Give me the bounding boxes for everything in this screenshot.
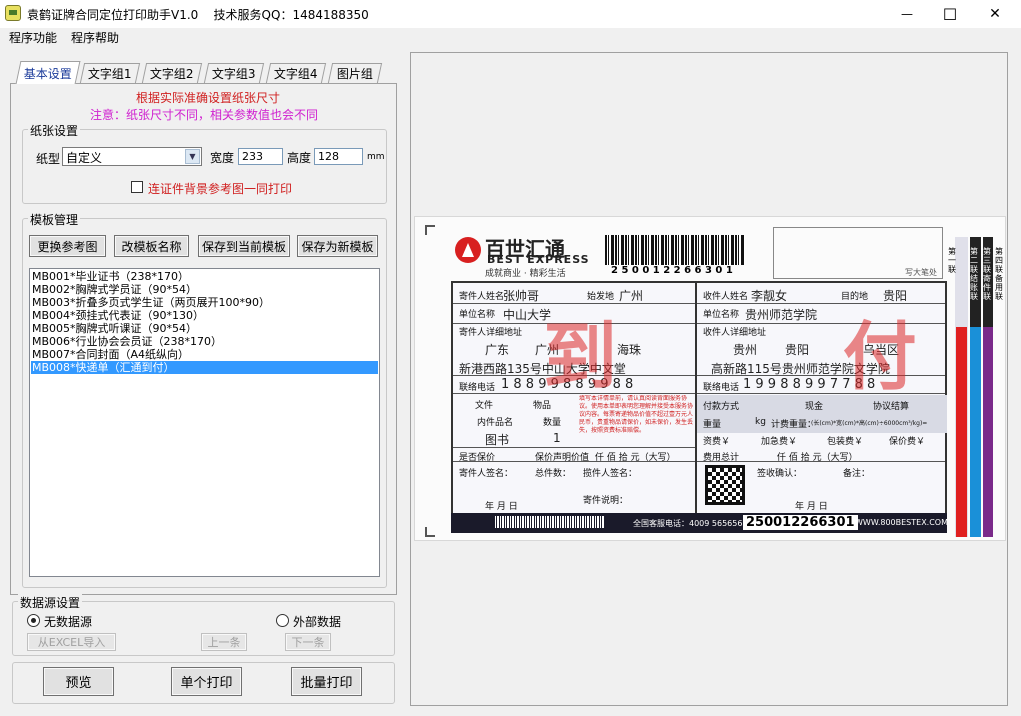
save-new-template-button[interactable]: 保存为新模板: [297, 235, 378, 257]
cod-stamp: 到 付: [543, 314, 1006, 400]
sender-name: 张帅哥: [503, 289, 540, 303]
save-current-template-button[interactable]: 保存到当前模板: [198, 235, 290, 257]
brand-english: BEST EXPRESS: [487, 253, 590, 266]
minimize-button[interactable]: —: [884, 0, 930, 28]
list-item[interactable]: MB007*合同封面（A4纸纵向）: [31, 348, 378, 361]
close-icon: ✕: [989, 6, 1001, 22]
datasource-group-label: 数据源设置: [18, 594, 83, 611]
write-note: 写大笔处: [905, 268, 937, 277]
list-item[interactable]: MB006*行业协会会员证（238*170）: [31, 335, 378, 348]
goods-name: 图书: [485, 433, 510, 447]
goods-quantity: 1: [553, 431, 561, 445]
background-checkbox-label: 连证件背景参考图一同打印: [148, 182, 293, 196]
menu-program-help[interactable]: 程序帮助: [71, 29, 119, 46]
paper-type-select[interactable]: 自定义 ▼: [62, 147, 202, 166]
minimize-icon: —: [901, 7, 913, 21]
tab-text-group-2[interactable]: 文字组2: [141, 63, 203, 83]
paper-type-label: 纸型: [36, 152, 61, 166]
barcode-number-top: 2 5 0 0 1 2 2 6 6 3 0 1: [611, 265, 733, 276]
tab-image-group[interactable]: 图片组: [327, 63, 383, 83]
corner-mark: [425, 527, 435, 537]
list-item-selected[interactable]: MB008*快递单（汇通到付）: [31, 361, 378, 374]
corner-mark: [425, 225, 435, 235]
chevron-down-icon[interactable]: ▼: [185, 149, 200, 164]
import-excel-button[interactable]: 从EXCEL导入: [27, 633, 116, 651]
single-print-button[interactable]: 单个打印: [171, 667, 242, 696]
list-item[interactable]: MB004*颈挂式代表证（90*130）: [31, 309, 378, 322]
width-input[interactable]: 233: [238, 148, 283, 165]
previous-record-button[interactable]: 上一条: [201, 633, 247, 651]
notice-paper-size: 根据实际准确设置纸张尺寸: [136, 91, 281, 105]
maximize-button[interactable]: ☐: [927, 0, 973, 28]
maximize-icon: ☐: [942, 4, 958, 24]
rename-template-button[interactable]: 改模板名称: [114, 235, 189, 257]
radio-external-data-label: 外部数据: [293, 615, 342, 629]
preview-button[interactable]: 预览: [43, 667, 114, 696]
copy-label-4: 第四联 备用联: [995, 247, 1003, 301]
qr-code: [705, 465, 745, 505]
tab-text-group-1[interactable]: 文字组1: [79, 63, 141, 83]
sender-province: 广东: [485, 343, 510, 357]
radio-no-datasource[interactable]: [27, 614, 40, 627]
tab-basic-settings[interactable]: 基本设置: [15, 61, 81, 84]
height-label: 高度: [287, 151, 312, 165]
website: WWW.800BESTEX.COM: [855, 518, 948, 527]
template-group-label: 模板管理: [28, 211, 81, 228]
close-button[interactable]: ✕: [972, 0, 1018, 28]
list-item[interactable]: MB002*胸牌式学员证（90*54）: [31, 283, 378, 296]
template-list[interactable]: MB001*毕业证书（238*170） MB002*胸牌式学员证（90*54） …: [29, 268, 380, 577]
hotline: 全国客服电话：4009 565656: [633, 519, 743, 528]
barcode-top: [605, 235, 745, 265]
barcode-bottom: [495, 516, 605, 528]
barcode-number-bottom: 250012266301: [743, 515, 858, 530]
warning-note: 填写本详情单前，请认真阅读背面服务协议。使用本单即表明您理解并接受本服务协议内容…: [579, 395, 693, 434]
paper-settings-label: 纸张设置: [28, 122, 81, 139]
paper-type-value: 自定义: [66, 151, 103, 165]
copy-label-2: 第二联 结账联: [970, 247, 978, 301]
copy-label-3: 第三联 寄件联: [983, 247, 991, 301]
list-item[interactable]: MB003*折叠多页式学生证（两页展开100*90）: [31, 296, 378, 309]
menu-program-functions[interactable]: 程序功能: [9, 29, 57, 46]
unit-label: mm: [367, 152, 385, 162]
tab-text-group-3[interactable]: 文字组3: [203, 63, 265, 83]
copy-label-1: 第一联: [948, 247, 956, 274]
height-input[interactable]: 128: [314, 148, 363, 165]
radio-no-datasource-label: 无数据源: [44, 615, 93, 629]
best-logo-icon: [455, 237, 481, 263]
app-icon: [5, 5, 21, 21]
window-title: 袁鹤证牌合同定位打印助手V1.0 技术服务QQ：1484188350: [27, 8, 369, 22]
express-bill-reference-image: 百世汇通 BEST EXPRESS 成就商业 · 精彩生活 2 5 0 0 1 …: [414, 216, 1006, 541]
next-record-button[interactable]: 下一条: [285, 633, 331, 651]
batch-print-button[interactable]: 批量打印: [291, 667, 362, 696]
list-item[interactable]: MB005*胸牌式听课证（90*54）: [31, 322, 378, 335]
change-reference-button[interactable]: 更换参考图: [29, 235, 106, 257]
notice-parameters: 注意：纸张尺寸不同，相关参数值也会不同: [90, 108, 319, 122]
width-label: 宽度: [210, 151, 235, 165]
radio-external-data[interactable]: [276, 614, 289, 627]
tab-text-group-4[interactable]: 文字组4: [265, 63, 327, 83]
list-item[interactable]: MB001*毕业证书（238*170）: [31, 270, 378, 283]
background-checkbox[interactable]: [131, 181, 143, 193]
slogan: 成就商业 · 精彩生活: [485, 269, 566, 279]
